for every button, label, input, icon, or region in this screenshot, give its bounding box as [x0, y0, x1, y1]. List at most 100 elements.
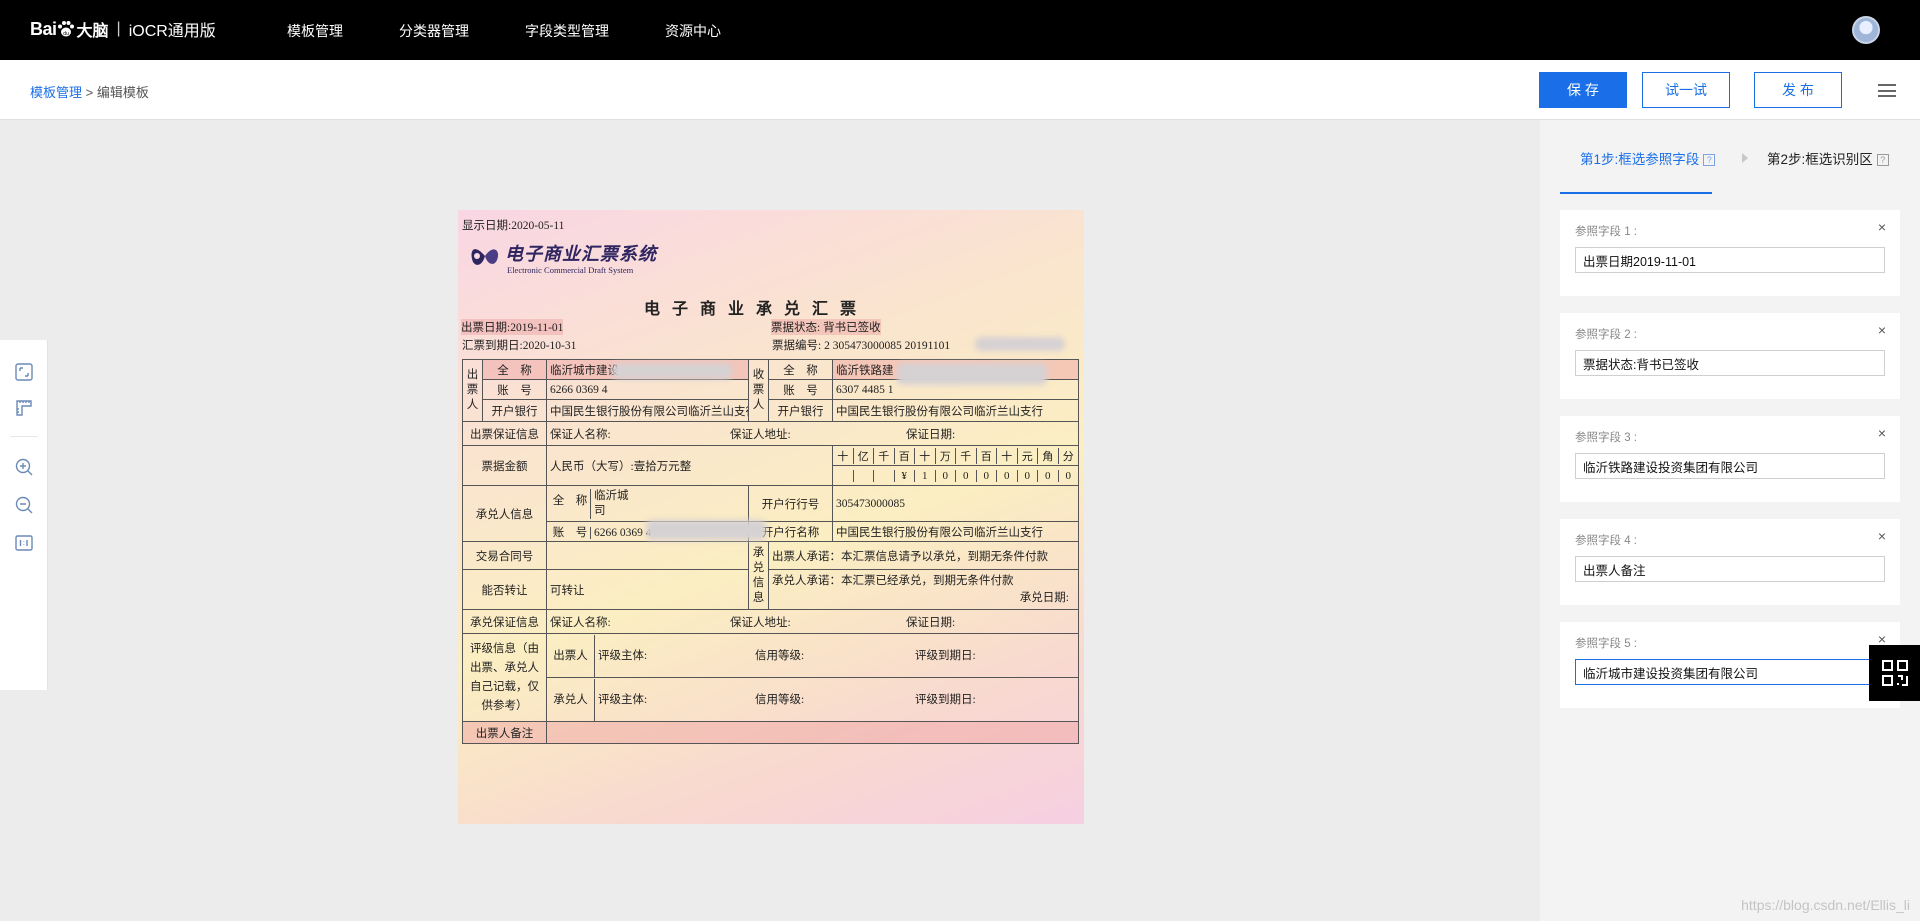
transferable-value: 可转让 — [546, 569, 749, 610]
accept-info-label: 承兑信息 — [748, 541, 769, 610]
reference-field-input[interactable] — [1575, 350, 1885, 376]
issue-date: 出票日期:2019-11-01 — [461, 319, 564, 335]
close-icon[interactable]: × — [1878, 219, 1886, 235]
bill-status: 票据状态: 背书已签收 — [771, 319, 881, 335]
contract-label: 交易合同号 — [462, 541, 547, 570]
baidu-brain-logo[interactable]: Bai du 大脑 | iOCR通用版 — [30, 17, 216, 41]
drawer-account-label: 账 号 — [482, 379, 547, 400]
reference-field-label: 参照字段 4 : — [1575, 535, 1637, 547]
payee-account-label: 账 号 — [768, 379, 833, 400]
reference-field-card: 参照字段 2 : × — [1560, 313, 1900, 399]
save-button[interactable]: 保 存 — [1539, 72, 1627, 108]
reference-field-input[interactable] — [1575, 247, 1885, 273]
drawer-promise: 出票人承诺：本汇票信息请予以承兑，到期无条件付款 — [768, 541, 1079, 570]
nav-field-type-management[interactable]: 字段类型管理 — [525, 21, 609, 41]
drawer-bank-label: 开户银行 — [482, 399, 547, 422]
tab-step-2[interactable]: 第2步:框选识别区? — [1767, 148, 1889, 168]
transferable-label: 能否转让 — [462, 569, 547, 610]
acceptor-bank-no: 305473000085 — [832, 485, 1079, 522]
amount-units: 十亿千百十万千百十元角分 — [832, 445, 1079, 466]
guarantee-row: 保证人名称: 保证人地址: 保证日期: — [546, 421, 1079, 446]
help-icon[interactable]: ? — [1703, 154, 1716, 167]
page-toolbar: 模板管理 > 编辑模板 保 存 试一试 发 布 — [0, 60, 1920, 120]
close-icon[interactable]: × — [1878, 528, 1886, 544]
actual-size-icon[interactable] — [14, 533, 34, 553]
main-nav: 模板管理 分类器管理 字段类型管理 资源中心 — [287, 21, 721, 41]
payee-label: 收票人 — [748, 359, 769, 422]
drawer-full-name-label: 全 称 — [482, 359, 547, 380]
close-icon[interactable]: × — [1878, 425, 1886, 441]
amount-text: 人民币（大写）:壹拾万元整 — [546, 445, 833, 486]
acceptor-bank-no-label: 开户行行号 — [748, 485, 833, 522]
rating-drawer-row: 出票人 评级主体: 信用等级: 评级到期日: — [546, 633, 1079, 678]
user-avatar[interactable] — [1852, 16, 1880, 44]
help-icon[interactable]: ? — [1876, 154, 1889, 167]
breadcrumb: 模板管理 > 编辑模板 — [30, 82, 149, 101]
reference-field-label: 参照字段 1 : — [1575, 226, 1637, 238]
hamburger-menu-icon[interactable] — [1878, 84, 1896, 97]
reference-field-card: 参照字段 3 : × — [1560, 416, 1900, 502]
nav-template-management[interactable]: 模板管理 — [287, 21, 343, 41]
logo-divider: | — [116, 20, 121, 37]
watermark: https://blog.csdn.net/Ellis_li — [1741, 897, 1910, 913]
reference-field-card: 参照字段 4 : × — [1560, 519, 1900, 605]
tab-step-1[interactable]: 第1步:框选参照字段? — [1580, 148, 1716, 168]
breadcrumb-root-link[interactable]: 模板管理 — [30, 85, 82, 100]
publish-button[interactable]: 发 布 — [1754, 72, 1842, 108]
acceptor-promise: 承兑人承诺：本汇票已经承兑，到期无条件付款 承兑日期: — [768, 569, 1079, 610]
acceptor-bank-name: 中国民生银行股份有限公司临沂兰山支行 — [832, 521, 1079, 542]
drawer-bank: 中国民生银行股份有限公司临沂兰山支行 — [546, 399, 749, 422]
step-tabs: 第1步:框选参照字段? 第2步:框选识别区? — [1540, 120, 1920, 195]
breadcrumb-current: 编辑模板 — [96, 85, 149, 100]
step-arrow-icon — [1742, 153, 1748, 163]
nav-resource-center[interactable]: 资源中心 — [665, 21, 721, 41]
draft-title: 电子商业承兑汇票 — [644, 301, 869, 318]
reference-field-label: 参照字段 2 : — [1575, 329, 1637, 341]
reference-field-input[interactable] — [1575, 659, 1885, 685]
zoom-in-icon[interactable] — [14, 457, 34, 477]
payee-full-name-label: 全 称 — [768, 359, 833, 380]
reference-field-card: 参照字段 5 : × — [1560, 622, 1900, 708]
active-tab-indicator — [1560, 192, 1712, 194]
acceptor-label: 承兑人信息 — [462, 485, 547, 542]
payee-bank-label: 开户银行 — [768, 399, 833, 422]
accept-guarantee-row: 保证人名称: 保证人地址: 保证日期: — [546, 609, 1079, 634]
svg-text:du: du — [63, 31, 69, 37]
product-name: iOCR通用版 — [128, 23, 216, 40]
accept-guarantee-label: 承兑保证信息 — [462, 609, 547, 634]
draft-system-butterfly-logo — [471, 249, 499, 265]
reference-field-card: 参照字段 1 : × — [1560, 210, 1900, 296]
amount-digits: ¥1 0 0 0 0 0 0 0 — [832, 465, 1079, 486]
drawer-label: 出票人 — [462, 359, 483, 422]
logo-suffix: 大脑 — [76, 23, 109, 40]
draft-table: 出票人 全 称 临沂城市建设 收票人 全 称 临沂铁路建 账 号 6266 03… — [462, 359, 1079, 744]
rating-label: 评级信息（由 出票、承兑人 自己记载，仅 供参考） — [462, 633, 547, 722]
reference-field-input[interactable] — [1575, 556, 1885, 582]
guarantee-label: 出票保证信息 — [462, 421, 547, 446]
acceptor-full-name: 全 称临沂城司 — [546, 485, 749, 522]
draft-document-image[interactable]: 显示日期:2020-05-11 电子商业汇票系统 Electronic Comm… — [458, 210, 1084, 824]
bill-number: 票据编号: 2 305473000085 20191101 — [772, 340, 951, 352]
paw-icon: du — [57, 21, 74, 37]
rating-acceptor-row: 承兑人 评级主体: 信用等级: 评级到期日: — [546, 677, 1079, 722]
zoom-out-icon[interactable] — [14, 495, 34, 515]
amount-label: 票据金额 — [462, 445, 547, 486]
close-icon[interactable]: × — [1878, 322, 1886, 338]
select-frame-icon[interactable] — [14, 362, 34, 382]
display-date: 显示日期:2020-05-11 — [462, 220, 565, 232]
drawer-remark-label: 出票人备注 — [462, 721, 547, 744]
top-nav-bar: Bai du 大脑 | iOCR通用版 模板管理 分类器管理 字段类型管理 资源… — [0, 0, 1920, 60]
canvas-toolbar — [0, 340, 48, 690]
reference-field-label: 参照字段 3 : — [1575, 432, 1637, 444]
breadcrumb-separator: > — [82, 85, 97, 100]
drawer-account: 6266 0369 4 — [546, 379, 749, 400]
field-config-panel: 第1步:框选参照字段? 第2步:框选识别区? 参照字段 1 : × 参照字段 2… — [1540, 120, 1920, 921]
qr-code-icon[interactable] — [1869, 645, 1920, 701]
payee-bank: 中国民生银行股份有限公司临沂兰山支行 — [832, 399, 1079, 422]
reference-field-input[interactable] — [1575, 453, 1885, 479]
reference-field-label: 参照字段 5 : — [1575, 638, 1637, 650]
try-button[interactable]: 试一试 — [1642, 72, 1730, 108]
ruler-icon[interactable] — [14, 398, 34, 418]
nav-classifier-management[interactable]: 分类器管理 — [399, 21, 469, 41]
draft-system-name-en: Electronic Commercial Draft System — [507, 265, 634, 275]
